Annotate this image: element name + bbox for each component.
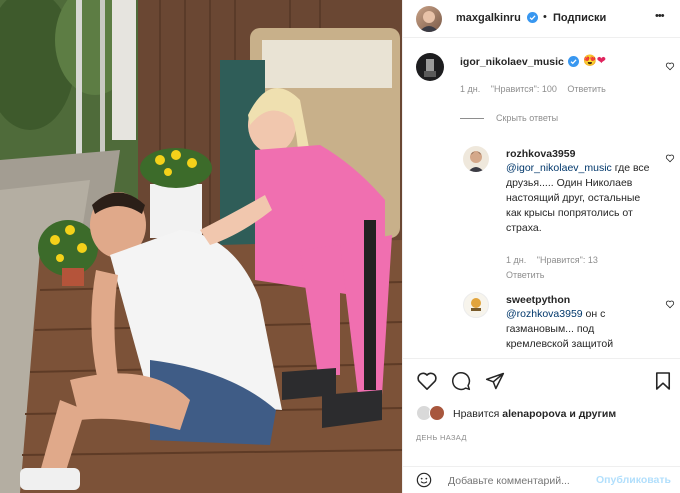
comment-text: 😍❤ — [583, 55, 606, 67]
add-comment-bar: Опубликовать — [403, 466, 680, 493]
post-photo[interactable] — [0, 0, 402, 493]
verified-badge-icon — [568, 56, 579, 70]
post-header: maxgalkinru • Подписки ••• — [403, 0, 680, 38]
reply-avatar[interactable] — [463, 292, 489, 318]
likes-prefix: Нравится — [453, 408, 503, 420]
reply-link[interactable]: Ответить — [506, 270, 544, 280]
more-options-icon[interactable]: ••• — [655, 10, 665, 22]
header-separator: • — [543, 11, 547, 23]
reply-mention[interactable]: @igor_nikolaev_music — [506, 162, 612, 174]
likes-suffix[interactable]: и другим — [566, 408, 616, 420]
reply-avatar[interactable] — [463, 146, 489, 172]
comment-likes[interactable]: "Нравится": 100 — [491, 84, 557, 94]
comment-username[interactable]: igor_nikolaev_music — [460, 56, 564, 68]
hide-replies-line — [460, 118, 484, 120]
reply-text: @igor_nikolaev_music где все друзья.....… — [506, 161, 658, 236]
save-icon[interactable] — [655, 371, 671, 394]
share-icon[interactable] — [485, 371, 505, 394]
reply-text-line1: где — [611, 162, 631, 174]
like-comment-icon[interactable] — [665, 61, 675, 74]
likes-summary: Нравится alenapopova и другим — [453, 408, 616, 420]
like-comment-icon[interactable] — [665, 153, 675, 166]
author-avatar[interactable] — [416, 6, 442, 32]
comment-meta: 1 дн. "Нравится": 100 Ответить — [460, 84, 614, 94]
post-photo-image — [0, 0, 402, 493]
reply-time: 1 дн. — [506, 255, 527, 265]
reply-link[interactable]: Ответить — [567, 84, 605, 94]
liker-avatar[interactable] — [429, 405, 445, 421]
like-icon[interactable] — [416, 371, 438, 394]
reply-meta: 1 дн. "Нравится": 13 Ответить — [506, 253, 606, 283]
hide-replies-toggle[interactable]: Скрыть ответы — [460, 113, 558, 123]
liker-username[interactable]: alenapopova — [502, 408, 566, 420]
post-date[interactable]: ДЕНЬ НАЗАД — [416, 433, 467, 442]
post-side-panel: maxgalkinru • Подписки ••• igor_nikolaev… — [402, 0, 680, 493]
follow-button[interactable]: Подписки — [553, 12, 606, 24]
hide-replies-label: Скрыть ответы — [496, 113, 559, 123]
reply-mention[interactable]: @rozhkova3959 — [506, 308, 583, 320]
reply-text: @rozhkova3959 он с газмановым... под кре… — [506, 307, 636, 352]
publish-button[interactable]: Опубликовать — [596, 474, 671, 486]
verified-badge-icon — [527, 12, 538, 26]
reply-username[interactable]: rozhkova3959 — [506, 148, 575, 160]
comment-time: 1 дн. — [460, 84, 481, 94]
reply-username[interactable]: sweetpython — [506, 294, 570, 306]
like-comment-icon[interactable] — [665, 299, 675, 312]
comment-icon[interactable] — [451, 371, 471, 394]
emoji-icon[interactable] — [416, 472, 432, 491]
author-username[interactable]: maxgalkinru — [456, 12, 521, 24]
commenter-avatar[interactable] — [416, 53, 444, 81]
comment-input[interactable] — [448, 473, 588, 488]
reply-likes[interactable]: "Нравится": 13 — [537, 255, 598, 265]
